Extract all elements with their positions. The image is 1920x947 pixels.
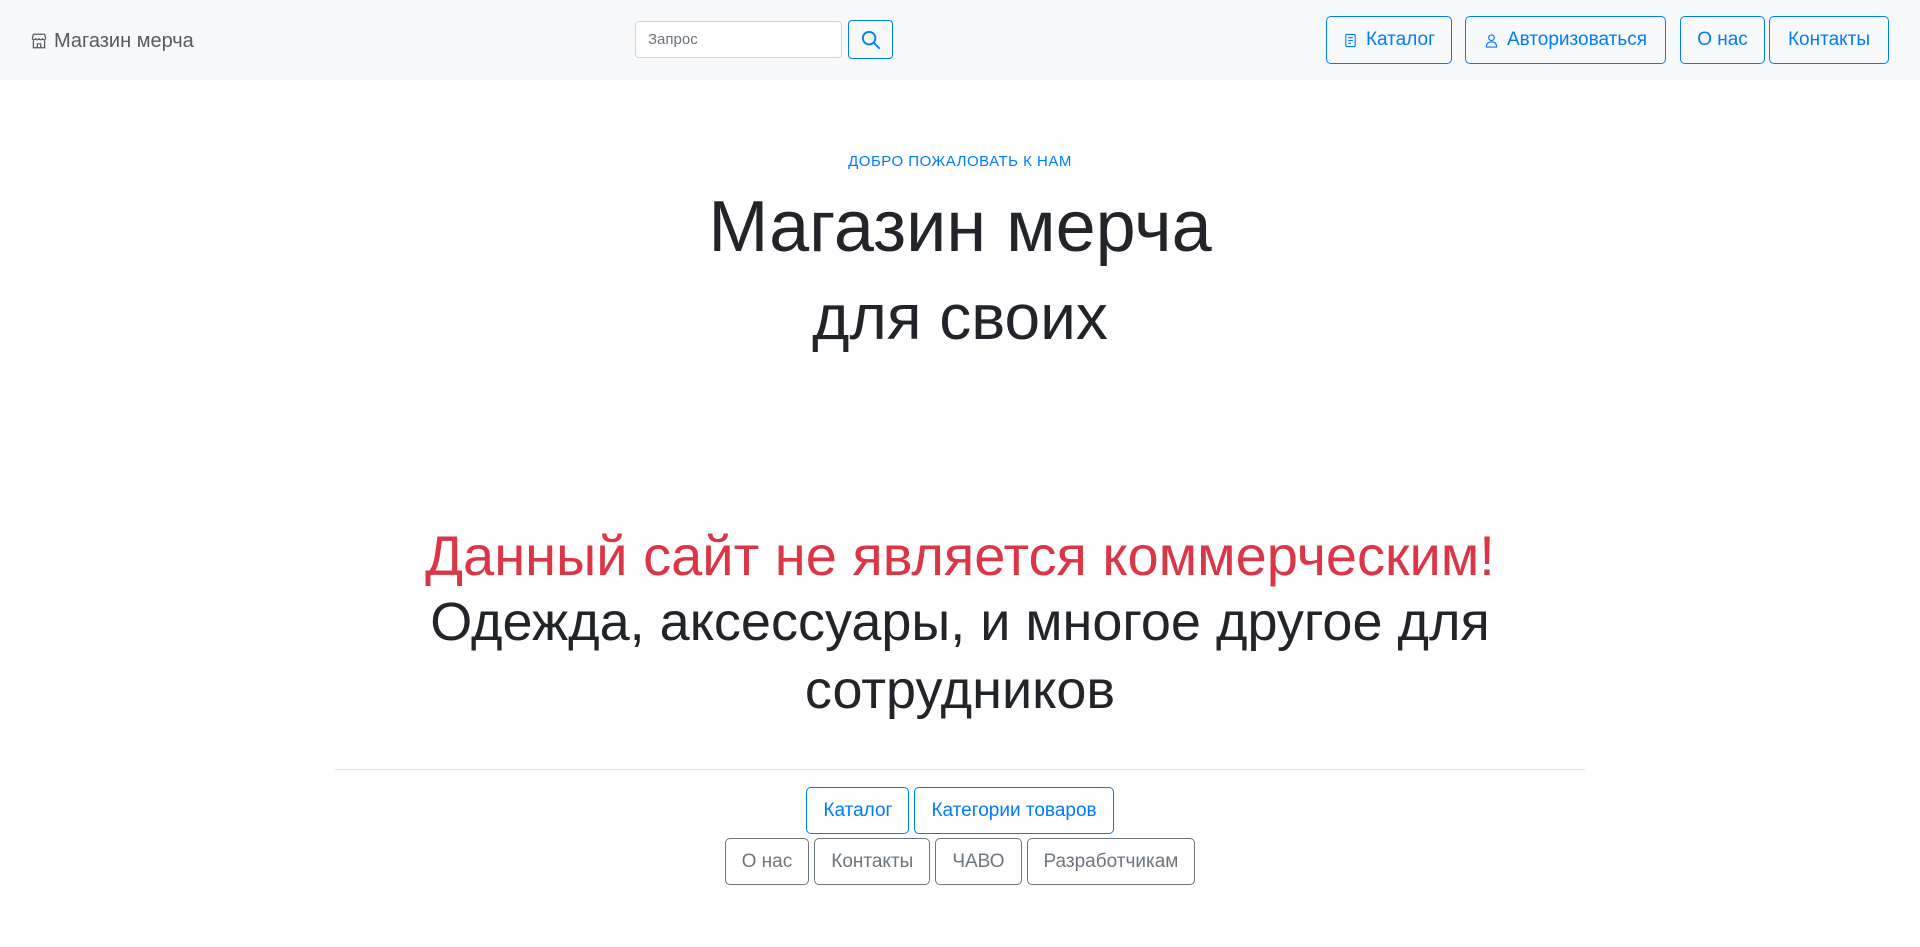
welcome-subtitle: Добро пожаловать к нам — [848, 153, 1072, 170]
tagline-bold1: многое — [1025, 592, 1201, 652]
nav-catalog-button[interactable]: Каталог — [1326, 16, 1452, 64]
nav-about-button[interactable]: О нас — [1680, 16, 1765, 64]
categories-button[interactable]: Категории товаров — [914, 787, 1114, 834]
non-commercial-notice: Данный сайт не является коммерческим! — [425, 524, 1495, 587]
tagline-part1: Одежда, аксессуары, и — [430, 592, 1026, 652]
nav-catalog-label: Каталог — [1365, 29, 1436, 50]
nav-contacts-label: Контакты — [1787, 29, 1871, 50]
hero-title: Магазин мерча — [708, 187, 1212, 267]
tagline: Одежда, аксессуары, и многое другое для … — [400, 588, 1520, 724]
developers-button[interactable]: Разработчикам — [1026, 838, 1196, 885]
faq-button[interactable]: ЧАВО — [935, 838, 1022, 885]
user-icon — [1485, 33, 1498, 48]
store-icon — [31, 33, 47, 49]
secondary-links: О нас Контакты ЧАВО Разработчикам — [0, 838, 1920, 885]
hero-subtitle-prefix: для — [812, 281, 940, 353]
search-input[interactable] — [635, 21, 842, 58]
catalog-button[interactable]: Каталог — [806, 787, 910, 834]
tagline-bold2: сотрудников — [804, 660, 1116, 720]
hero-subtitle: для своих — [0, 272, 1920, 362]
nav-about-label: О нас — [1697, 29, 1748, 50]
search-icon — [861, 30, 880, 49]
nav-login-button[interactable]: Авторизоваться — [1465, 16, 1666, 64]
primary-links: Каталог Категории товаров — [0, 787, 1920, 834]
brand-label: Магазин мерча — [54, 29, 194, 52]
tagline-part2: другое для — [1200, 592, 1490, 652]
divider — [335, 769, 1585, 770]
hero-subtitle-bold: своих — [939, 281, 1108, 353]
about-button[interactable]: О нас — [724, 838, 810, 885]
navbar: Магазин мерча Каталог Авторизоваться О н… — [0, 0, 1920, 80]
brand-link[interactable]: Магазин мерча — [30, 28, 194, 54]
contacts-button[interactable]: Контакты — [814, 838, 931, 885]
nav-login-label: Авторизоваться — [1506, 29, 1648, 50]
search-button[interactable] — [848, 20, 893, 59]
document-icon — [1345, 33, 1356, 47]
nav-contacts-button[interactable]: Контакты — [1769, 16, 1889, 64]
